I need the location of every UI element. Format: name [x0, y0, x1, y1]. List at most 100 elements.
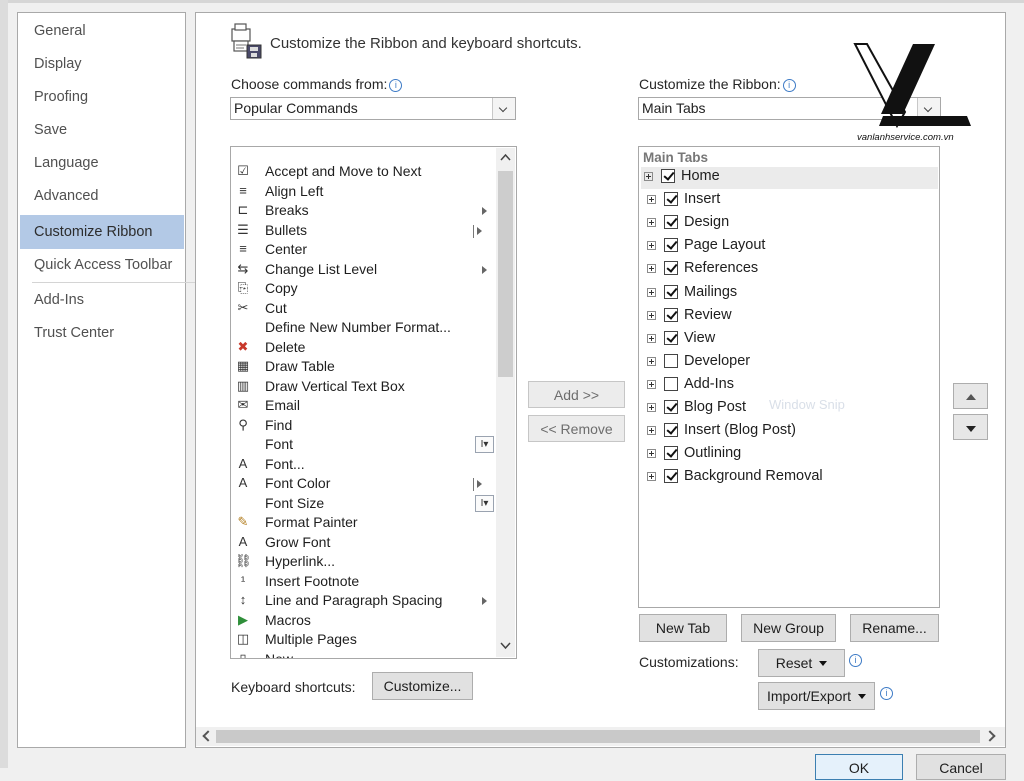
- command-item[interactable]: ⛓ Hyperlink...: [232, 552, 497, 571]
- command-item[interactable]: ⊏ Breaks: [232, 201, 497, 220]
- nav-item-trust-center[interactable]: Trust Center: [20, 318, 184, 349]
- expand-plus-icon[interactable]: [647, 310, 656, 320]
- tab-checkbox[interactable]: [664, 469, 678, 484]
- command-item[interactable]: ✉ Email: [232, 396, 497, 415]
- tab-checkbox[interactable]: [664, 330, 678, 345]
- nav-item-customize-ribbon[interactable]: Customize Ribbon: [20, 215, 184, 249]
- nav-item-save[interactable]: Save: [20, 115, 184, 146]
- expand-plus-icon[interactable]: [647, 472, 656, 482]
- add-button[interactable]: Add >>: [528, 381, 625, 408]
- command-item[interactable]: ⇆ Change List Level: [232, 260, 497, 279]
- expand-plus-icon[interactable]: [647, 241, 656, 251]
- tab-checkbox[interactable]: [664, 261, 678, 276]
- ribbon-tab-item[interactable]: Outlining: [644, 444, 934, 466]
- ribbon-tab-item[interactable]: Blog Post: [644, 398, 934, 420]
- remove-button[interactable]: << Remove: [528, 415, 625, 442]
- ribbon-tab-item[interactable]: Design: [644, 213, 934, 235]
- expand-plus-icon[interactable]: [647, 379, 656, 389]
- reset-button[interactable]: Reset: [758, 649, 845, 677]
- expand-plus-icon[interactable]: [647, 264, 656, 274]
- expand-plus-icon[interactable]: [647, 333, 656, 343]
- ok-button[interactable]: OK: [815, 754, 903, 780]
- command-item[interactable]: Font Size I▾: [232, 494, 497, 513]
- command-item[interactable]: ✂ Cut: [232, 299, 497, 318]
- ribbon-tab-item[interactable]: Page Layout: [644, 236, 934, 258]
- tab-checkbox[interactable]: [664, 400, 678, 414]
- tab-checkbox[interactable]: [664, 376, 678, 391]
- command-item[interactable]: ✖ Delete: [232, 338, 497, 357]
- commands-list-scroll-thumb[interactable]: [498, 171, 513, 377]
- expand-plus-icon[interactable]: [647, 356, 656, 366]
- new-group-button[interactable]: New Group: [741, 614, 836, 642]
- command-item[interactable]: Define New Number Format...: [232, 318, 497, 337]
- command-item[interactable]: ≡ Align Left: [232, 182, 497, 201]
- tab-checkbox[interactable]: [664, 284, 678, 299]
- tab-checkbox[interactable]: [664, 353, 678, 368]
- ribbon-tab-item[interactable]: References: [644, 259, 934, 281]
- ribbon-tab-item[interactable]: Review: [644, 306, 934, 328]
- command-item[interactable]: ☰ Bullets: [232, 221, 497, 240]
- ribbon-tab-item[interactable]: Add-Ins: [644, 375, 934, 397]
- command-item[interactable]: A Font...: [232, 455, 497, 474]
- command-item[interactable]: ⎘ Copy: [232, 279, 497, 298]
- commands-list[interactable]: ☑ Accept and Move to Next ≡ Align Left ⊏ Brea…: [230, 146, 517, 659]
- tab-checkbox[interactable]: [664, 238, 678, 253]
- command-item[interactable]: ▯ New: [232, 650, 497, 659]
- command-item[interactable]: ↕ Line and Paragraph Spacing: [232, 591, 497, 610]
- move-up-button[interactable]: [953, 383, 988, 409]
- tab-checkbox[interactable]: [664, 423, 678, 438]
- commands-list-scrollbar[interactable]: [496, 148, 515, 657]
- horizontal-scroll-thumb[interactable]: [216, 730, 980, 743]
- cancel-button[interactable]: Cancel: [916, 754, 1006, 780]
- nav-item-proofing[interactable]: Proofing: [20, 82, 184, 113]
- expand-plus-icon[interactable]: [647, 449, 656, 459]
- chevron-down-icon[interactable]: [492, 98, 515, 119]
- import-export-button[interactable]: Import/Export: [758, 682, 875, 710]
- tab-checkbox[interactable]: [664, 446, 678, 461]
- move-down-button[interactable]: [953, 414, 988, 440]
- tab-checkbox[interactable]: [664, 215, 678, 230]
- tab-checkbox[interactable]: [664, 192, 678, 207]
- expand-plus-icon[interactable]: [647, 426, 656, 436]
- command-item[interactable]: ◫ Multiple Pages: [232, 630, 497, 649]
- nav-item-advanced[interactable]: Advanced: [20, 181, 184, 212]
- command-item[interactable]: ▥ Draw Vertical Text Box: [232, 377, 497, 396]
- ribbon-tab-item[interactable]: Mailings: [644, 283, 934, 305]
- ribbon-tab-item[interactable]: Background Removal: [644, 467, 934, 489]
- new-tab-button[interactable]: New Tab: [639, 614, 727, 642]
- expand-plus-icon[interactable]: [647, 403, 656, 412]
- scroll-up-icon[interactable]: [500, 153, 511, 161]
- command-item[interactable]: ▦ Draw Table: [232, 357, 497, 376]
- horizontal-scrollbar[interactable]: [196, 727, 1005, 746]
- nav-item-display[interactable]: Display: [20, 49, 184, 80]
- ribbon-tab-item[interactable]: Developer: [644, 352, 934, 374]
- scroll-down-icon[interactable]: [500, 642, 511, 650]
- nav-item-quick-access-toolbar[interactable]: Quick Access Toolbar: [20, 250, 184, 281]
- tab-checkbox[interactable]: [664, 307, 678, 322]
- scroll-right-icon[interactable]: [984, 730, 996, 742]
- tab-checkbox[interactable]: [661, 169, 675, 183]
- customize-keyboard-button[interactable]: Customize...: [372, 672, 473, 700]
- choose-commands-dropdown[interactable]: Popular Commands: [230, 97, 516, 120]
- expand-plus-icon[interactable]: [647, 218, 656, 228]
- ribbon-tabs-tree[interactable]: Main Tabs Window Snip Home Insert Design Pa…: [638, 146, 940, 608]
- command-item[interactable]: Font I▾: [232, 435, 497, 454]
- command-item[interactable]: ✎ Format Painter: [232, 513, 497, 532]
- ribbon-tab-item[interactable]: Insert: [644, 190, 934, 212]
- command-item[interactable]: ☑ Accept and Move to Next: [232, 162, 497, 181]
- command-item[interactable]: ▶ Macros: [232, 611, 497, 630]
- expand-plus-icon[interactable]: [647, 195, 656, 205]
- command-item[interactable]: ≡ Center: [232, 240, 497, 259]
- ribbon-tab-item[interactable]: Home: [641, 167, 938, 189]
- nav-item-add-ins[interactable]: Add-Ins: [20, 285, 184, 316]
- command-item[interactable]: ⚲ Find: [232, 416, 497, 435]
- ribbon-tab-item[interactable]: View: [644, 329, 934, 351]
- command-item[interactable]: ¹ Insert Footnote: [232, 572, 497, 591]
- expand-plus-icon[interactable]: [644, 172, 653, 181]
- command-item[interactable]: A Grow Font: [232, 533, 497, 552]
- expand-plus-icon[interactable]: [647, 287, 656, 297]
- command-item[interactable]: A Font Color: [232, 474, 497, 493]
- rename-button[interactable]: Rename...: [850, 614, 939, 642]
- nav-item-general[interactable]: General: [20, 16, 184, 47]
- scroll-left-icon[interactable]: [202, 730, 214, 742]
